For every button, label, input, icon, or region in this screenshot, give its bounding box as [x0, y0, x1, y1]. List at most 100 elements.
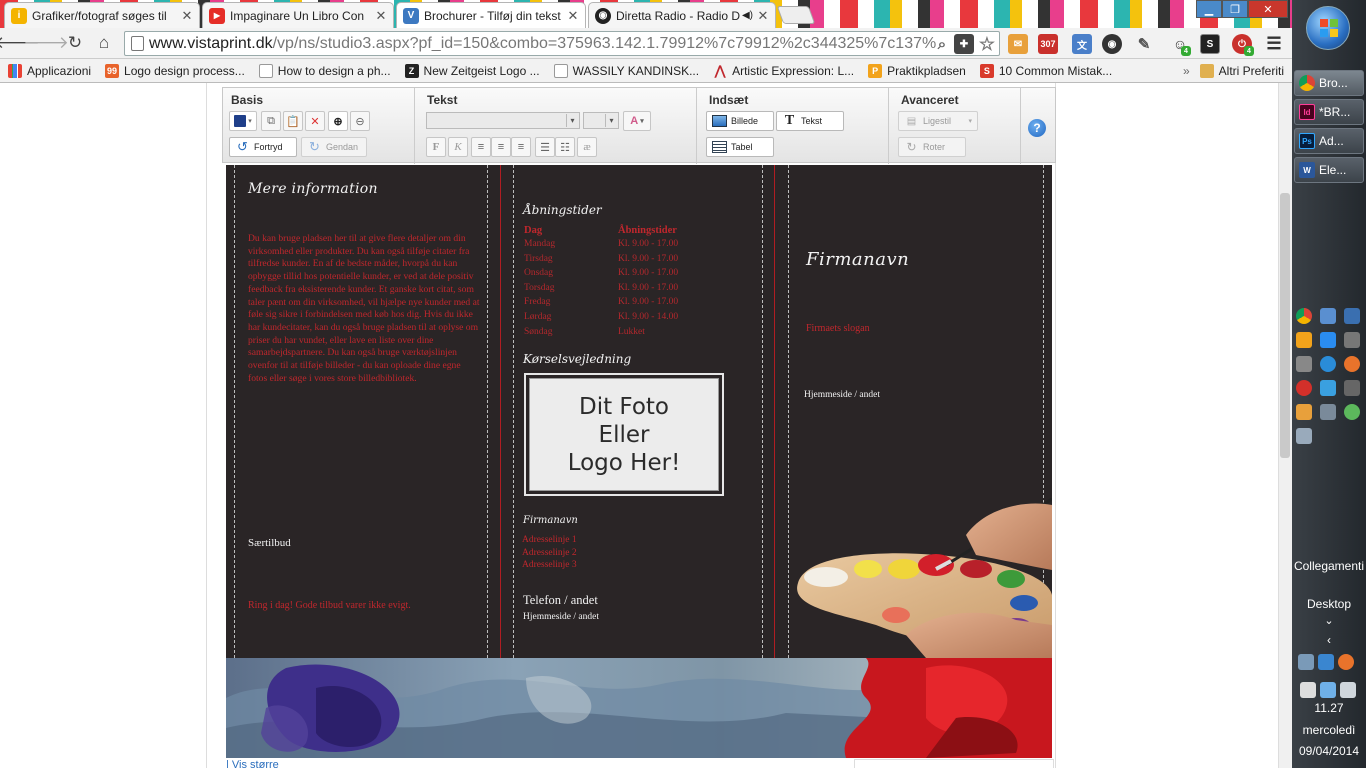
notification-badge[interactable]: 307 [1038, 34, 1058, 54]
artist-palette-image[interactable] [786, 495, 1052, 658]
website-text-middle[interactable]: Hjemmeside / andet [523, 612, 599, 622]
insert-text-button[interactable]: T Tekst [776, 111, 844, 131]
directions-heading[interactable]: Kørselsvejledning [523, 352, 631, 366]
special-offer-title[interactable]: Særtilbud [248, 537, 291, 549]
color-picker-icon[interactable]: ◉ [1102, 34, 1122, 54]
tab-brochurer[interactable]: V Brochurer - Tilføj din tekst ✕ [396, 2, 586, 28]
address-block[interactable]: Adresselinje 1 Adresselinje 2 Adresselin… [522, 534, 577, 572]
close-window-icon[interactable]: ✕ [1248, 0, 1288, 18]
bookmark-common-mistakes[interactable]: S 10 Common Mistak... [979, 63, 1112, 78]
edit-icon[interactable] [1320, 332, 1336, 348]
speaker-icon[interactable] [1296, 356, 1312, 372]
links-toolbar-label[interactable]: Collegamenti [1292, 559, 1366, 573]
display-icon[interactable] [1320, 404, 1336, 420]
italic-button[interactable]: K [448, 137, 468, 157]
bookmark-logo-design[interactable]: 99 Logo design process... [105, 63, 245, 78]
website-text-right[interactable]: Hjemmeside / andet [804, 390, 880, 400]
more-info-body[interactable]: Du kan bruge pladsen her til at give fle… [248, 233, 480, 385]
reload-icon[interactable]: ↻ [64, 32, 86, 54]
star-bookmark-icon[interactable]: ☆ [977, 34, 997, 54]
translate-icon[interactable]: 文 [1072, 34, 1092, 54]
close-tab-icon[interactable]: ✕ [567, 8, 579, 24]
opera-icon[interactable] [1296, 380, 1312, 396]
network-icon[interactable] [1344, 308, 1360, 324]
bookmark-kandinsky[interactable]: WASSILY KANDINSK... [553, 63, 699, 78]
zoom-in-icon[interactable]: ⊕ [328, 111, 348, 131]
firefox-icon[interactable] [1344, 356, 1360, 372]
company-slogan[interactable]: Firmaets slogan [806, 323, 870, 334]
tools-icon[interactable] [1344, 332, 1360, 348]
mail-icon[interactable]: ✉ [1008, 34, 1028, 54]
more-info-heading[interactable]: Mere information [248, 181, 378, 197]
align-right-icon[interactable]: ≡ [511, 137, 531, 157]
chrome-icon[interactable] [1296, 308, 1312, 324]
globe-icon[interactable] [1344, 404, 1360, 420]
bookmark-praktikpladsen[interactable]: P Praktikpladsen [868, 63, 966, 78]
pencil-icon[interactable] [1296, 404, 1312, 420]
bookmarks-overflow-icon[interactable]: » [1183, 64, 1190, 78]
address-bar[interactable]: www.vistaprint.dk/vp/ns/studio3.aspx?pf_… [124, 31, 1000, 56]
align-center-icon[interactable]: ≡ [491, 137, 511, 157]
phone-text[interactable]: Telefon / andet [523, 593, 598, 608]
view-larger-link[interactable]: | Vis større [226, 759, 279, 768]
bookmark-how-to-design[interactable]: How to design a ph... [258, 63, 391, 78]
taskbar-item-indesign[interactable]: Id *BR... [1294, 99, 1364, 125]
battery-icon[interactable] [1300, 682, 1316, 698]
desktop-toolbar-label[interactable]: Desktop [1292, 597, 1366, 611]
taskbar-item-photoshop[interactable]: Ps Ad... [1294, 128, 1364, 154]
sparkle-icon[interactable] [1320, 380, 1336, 396]
copy-icon[interactable]: ⧉ [261, 111, 281, 131]
minimize-icon[interactable]: ▁ [1196, 0, 1222, 18]
paste-icon[interactable]: 📋 [283, 111, 303, 131]
paint-strip-image[interactable] [226, 658, 1052, 758]
network-tray-icon[interactable] [1298, 654, 1314, 670]
insert-image-button[interactable]: Billede [706, 111, 774, 131]
undo-button[interactable]: ↺ Fortryd [229, 137, 297, 157]
tab-grafiker[interactable]: i Grafiker/fotograf søges til ✕ [4, 2, 200, 28]
special-offer-text[interactable]: Ring i dag! Gode tilbud varer ikke evigt… [248, 600, 411, 611]
internet-explorer-icon[interactable] [1320, 356, 1336, 372]
company-name-small[interactable]: Firmanavn [523, 515, 578, 526]
align-left-icon[interactable]: ≡ [471, 137, 491, 157]
chevron-down-icon[interactable]: ⌄ [1292, 614, 1366, 627]
network-status-icon[interactable] [1320, 682, 1336, 698]
search-icon[interactable]: ⌕ [932, 34, 952, 54]
numbered-list-icon[interactable]: ☷ [555, 137, 575, 157]
bookmark-artistic-expression[interactable]: ⋀ Artistic Expression: L... [713, 63, 854, 78]
photo-placeholder[interactable]: Dit Foto Eller Logo Her! [524, 373, 724, 496]
font-size-select[interactable]: ▾ [583, 112, 619, 129]
scrollbar-thumb[interactable] [1280, 193, 1290, 458]
taskbar-item-chrome[interactable]: Bro... [1294, 70, 1364, 96]
clock-time[interactable]: 11.27 [1292, 701, 1366, 715]
opening-hours-heading[interactable]: Åbningstider [523, 203, 602, 217]
monitor-icon[interactable] [1320, 308, 1336, 324]
special-chars-button[interactable]: æ [577, 137, 597, 157]
home-icon[interactable]: ⌂ [93, 32, 115, 54]
dropbox-tray-icon[interactable] [1318, 654, 1334, 670]
bookmark-other-folder[interactable]: Altri Preferiti [1199, 63, 1284, 78]
tab-impaginare[interactable]: ▶ Impaginare Un Libro Con ✕ [202, 2, 394, 28]
maximize-icon[interactable]: ❐ [1222, 0, 1248, 18]
close-tab-icon[interactable]: ✕ [181, 8, 193, 24]
align-objects-button[interactable]: ▤ Ligestil ▾ [898, 111, 978, 131]
menu-icon[interactable]: ☰ [1264, 34, 1284, 54]
brochure-canvas[interactable]: Mere information Du kan bruge pladsen he… [226, 165, 1052, 758]
text-color-icon[interactable]: A ▾ [623, 111, 651, 131]
help-icon[interactable]: ? [1028, 119, 1046, 137]
rotate-button[interactable]: ↻ Roter [898, 137, 966, 157]
forward-arrow-icon[interactable]: 🡒 [23, 32, 69, 54]
start-button[interactable] [1306, 6, 1350, 50]
bullet-list-icon[interactable]: ☰ [535, 137, 555, 157]
close-tab-icon[interactable]: ✕ [757, 8, 769, 24]
opening-hours-table[interactable]: Dag Åbningstider Mandag Kl. 9.00 - 17.00 … [524, 225, 678, 341]
delete-icon[interactable]: ✕ [305, 111, 325, 131]
close-tab-icon[interactable]: ✕ [375, 8, 387, 24]
zoom-out-icon[interactable]: ⊖ [350, 111, 370, 131]
font-family-select[interactable]: ▾ [426, 112, 580, 129]
redo-button[interactable]: ↻ Gendan [301, 137, 367, 157]
bookmark-zeitgeist[interactable]: Z New Zeitgeist Logo ... [404, 63, 540, 78]
media-player-icon[interactable] [1296, 332, 1312, 348]
puzzle-icon[interactable] [1344, 380, 1360, 396]
insert-table-button[interactable]: Tabel [706, 137, 774, 157]
bold-button[interactable]: F [426, 137, 446, 157]
